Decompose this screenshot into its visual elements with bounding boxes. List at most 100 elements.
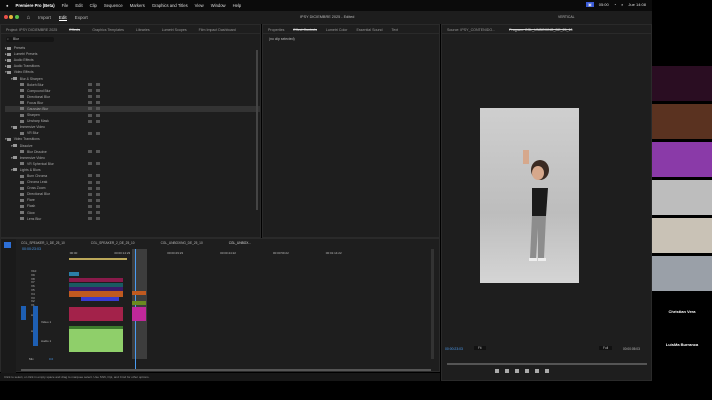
- v1-source-patch[interactable]: [21, 306, 26, 320]
- menu-view[interactable]: View: [195, 3, 204, 8]
- video-clip-v1[interactable]: [69, 307, 123, 321]
- step-forward-icon[interactable]: [525, 369, 529, 373]
- lift-icon[interactable]: [535, 369, 539, 373]
- tab-graphics-templates[interactable]: Graphics Templates: [92, 28, 124, 32]
- mark-in-icon[interactable]: [495, 369, 499, 373]
- program-duration: 00:00:05:03: [623, 347, 640, 351]
- menu-clip[interactable]: Clip: [90, 3, 97, 8]
- tab-sequence-1[interactable]: CGL_SPEAKER_1_DE_25_10: [21, 241, 65, 245]
- quality-select[interactable]: Full: [599, 346, 613, 350]
- app-menu[interactable]: Premiere Pro (Beta): [16, 3, 55, 8]
- effect-label: Video Effects: [13, 70, 34, 75]
- tab-film-impact[interactable]: Film Impact Dashboard: [199, 28, 236, 32]
- ruler-tick-label: :00:00: [69, 251, 78, 255]
- timeline-timecode[interactable]: 00:00:23:03: [22, 247, 41, 251]
- menu-bar: ● Premiere Pro (Beta) File Edit Clip Seq…: [0, 0, 652, 11]
- effects-tree-item[interactable]: Lens Blur: [5, 216, 260, 222]
- participant-tile[interactable]: [652, 142, 712, 177]
- effects-search-input[interactable]: ⌕ Blur: [6, 37, 54, 42]
- program-scrubber[interactable]: [447, 363, 647, 365]
- person-figure: [523, 150, 549, 261]
- tab-import[interactable]: Import: [38, 15, 51, 20]
- timeline-scrollbar[interactable]: [21, 369, 431, 371]
- tab-program[interactable]: Program: CGL_UNBOXING_DE_25_10: [509, 28, 573, 32]
- export-frame-icon[interactable]: [545, 369, 549, 373]
- effect-label: Glow: [27, 210, 35, 215]
- selection-tool-icon[interactable]: [4, 242, 11, 248]
- tools-panel: [1, 239, 16, 373]
- menu-file[interactable]: File: [62, 3, 69, 8]
- step-back-icon[interactable]: [505, 369, 509, 373]
- participant-tile[interactable]: [652, 104, 712, 139]
- tab-text[interactable]: Text: [391, 28, 398, 32]
- tab-properties[interactable]: Properties: [268, 28, 284, 32]
- audio-clip-a1[interactable]: [69, 326, 123, 352]
- effect-icon: [20, 101, 24, 105]
- tab-sequence-2[interactable]: CGL_SPEAKER_2_DE_25_10: [91, 241, 135, 245]
- tab-export[interactable]: Export: [75, 15, 88, 20]
- zoom-select[interactable]: Fit: [474, 346, 486, 350]
- accelerated-badge-icon: [96, 180, 100, 184]
- tab-libraries[interactable]: Libraries: [136, 28, 150, 32]
- folder-icon: [12, 156, 17, 160]
- menu-sequence[interactable]: Sequence: [104, 3, 123, 8]
- video-clip-v1-b[interactable]: [132, 307, 146, 321]
- menu-markers[interactable]: Markers: [130, 3, 145, 8]
- program-timecode[interactable]: 00:00:23:03: [445, 347, 463, 351]
- tab-sequence-3[interactable]: CGL_UNBOXING_DE_25_10: [161, 241, 203, 245]
- time-ruler[interactable]: :00:00 00:00:14:23 00:00:29:23 00:00:44:22 0…: [69, 251, 429, 258]
- workspace-label[interactable]: VERTICAL: [558, 15, 575, 19]
- tab-lumetri-color[interactable]: Lumetri Color: [326, 28, 348, 32]
- folder-icon: [12, 168, 17, 172]
- search-icon[interactable]: ⌕: [621, 2, 623, 7]
- effect-icon: [20, 174, 24, 178]
- effect-label: Focus Blur: [27, 100, 44, 105]
- folder-icon: [12, 144, 17, 148]
- accelerated-badge-icon: [88, 217, 92, 221]
- no-clip-message: (no clip selected): [269, 37, 295, 41]
- play-icon[interactable]: [515, 369, 519, 373]
- tab-project[interactable]: Project: IPSY DICIEMBRE 2025: [6, 28, 57, 32]
- effect-label: Unsharp Mask: [27, 119, 49, 124]
- participant-name[interactable]: LuisMa Burranca: [652, 329, 712, 359]
- wifi-icon[interactable]: ◔: [614, 2, 616, 7]
- tab-sequence-4[interactable]: CGL_UNBOX...: [229, 241, 251, 245]
- sequence-tabs: CGL_SPEAKER_1_DE_25_10 CGL_SPEAKER_2_DE_…: [21, 241, 251, 245]
- effect-label: Cross Zoom: [27, 186, 46, 191]
- accelerated-badge-icon: [88, 131, 92, 135]
- tab-source[interactable]: Source: IPSY_CONTENIDO...: [447, 28, 495, 32]
- effects-tabs: Project: IPSY DICIEMBRE 2025 Effects Gra…: [1, 25, 260, 34]
- clip[interactable]: [81, 297, 119, 301]
- a1-track-target[interactable]: [33, 306, 38, 346]
- effects-scrollbar[interactable]: [256, 50, 258, 210]
- tab-effect-controls[interactable]: Effect Controls: [293, 28, 317, 32]
- clip[interactable]: [132, 291, 146, 295]
- clip[interactable]: [69, 272, 79, 276]
- menu-edit[interactable]: Edit: [75, 3, 82, 8]
- participant-tile[interactable]: [652, 180, 712, 215]
- accelerated-badge-icon: [96, 131, 100, 135]
- timeline-panel: CGL_SPEAKER_1_DE_25_10 CGL_SPEAKER_2_DE_…: [0, 238, 440, 373]
- tab-lumetri-scopes[interactable]: Lumetri Scopes: [162, 28, 187, 32]
- participant-tile[interactable]: [652, 256, 712, 291]
- clip[interactable]: [132, 301, 146, 305]
- clip[interactable]: [69, 278, 123, 282]
- program-monitor: Source: IPSY_CONTENIDO... Program: CGL_U…: [441, 24, 652, 381]
- participant-tile[interactable]: [652, 218, 712, 253]
- apple-icon[interactable]: ●: [6, 3, 9, 8]
- mix-value[interactable]: 0.0: [49, 357, 53, 361]
- tab-essential-sound[interactable]: Essential Sound: [356, 28, 382, 32]
- home-icon[interactable]: ⌂: [27, 15, 31, 21]
- tab-effects[interactable]: Effects: [69, 28, 81, 32]
- participant-name[interactable]: Christian Vera: [652, 294, 712, 329]
- accelerated-badge-icon: [96, 204, 100, 208]
- zoom-status-icon[interactable]: ▣: [585, 2, 594, 7]
- menu-window[interactable]: Window: [211, 3, 226, 8]
- menu-help[interactable]: Help: [233, 3, 242, 8]
- accelerated-badge-icon: [88, 162, 92, 166]
- menu-graphics[interactable]: Graphics and Titles: [152, 3, 188, 8]
- accelerated-badge-icon: [88, 211, 92, 215]
- participant-tile[interactable]: [652, 66, 712, 101]
- accelerated-badge-icon: [96, 192, 100, 196]
- tab-edit[interactable]: Edit: [58, 15, 67, 21]
